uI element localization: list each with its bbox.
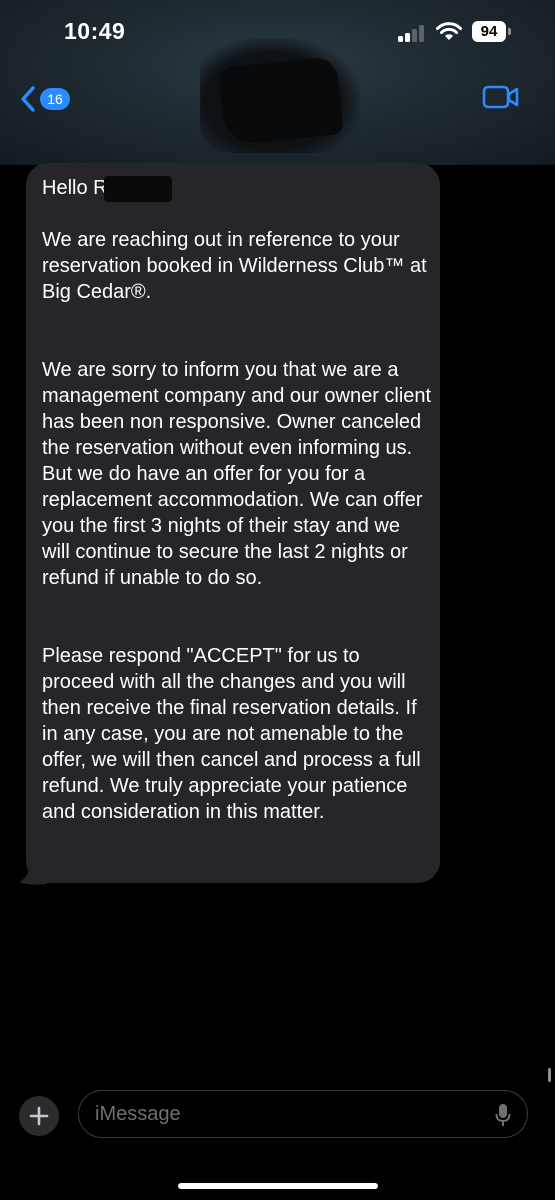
status-time: 10:49 — [64, 18, 126, 44]
imessage-placeholder: iMessage — [95, 1103, 181, 1125]
battery-tip — [508, 28, 511, 35]
plus-icon — [29, 1106, 49, 1126]
scroll-indicator[interactable] — [548, 1068, 551, 1082]
message-paragraph: Please respond "ACCEPT" for us to procee… — [42, 645, 421, 823]
message-paragraph: We are reaching out in reference to your… — [42, 229, 427, 303]
cellular-signal-icon — [398, 24, 428, 42]
video-camera-icon[interactable] — [482, 84, 520, 110]
message-greeting: Hello Ro — [42, 175, 172, 202]
redacted-contact-info — [218, 56, 344, 146]
back-button[interactable]: 16 — [18, 84, 70, 114]
add-attachment-button[interactable] — [19, 1096, 59, 1136]
message-body: Hello Ro We are reaching out in referenc… — [42, 175, 432, 825]
incoming-message-bubble[interactable]: Hello Ro We are reaching out in referenc… — [26, 163, 440, 883]
redacted-name — [104, 176, 172, 202]
battery-indicator: 94 — [472, 21, 506, 42]
chevron-left-icon — [21, 86, 35, 112]
wifi-icon — [436, 22, 462, 40]
conversation-header: 10:49 94 16 — [0, 0, 555, 165]
unread-count-badge: 16 — [40, 88, 70, 110]
microphone-icon[interactable] — [495, 1103, 511, 1127]
home-indicator[interactable] — [178, 1183, 378, 1189]
message-paragraph: We are sorry to inform you that we are a… — [42, 359, 432, 589]
imessage-input[interactable]: iMessage — [78, 1090, 528, 1138]
